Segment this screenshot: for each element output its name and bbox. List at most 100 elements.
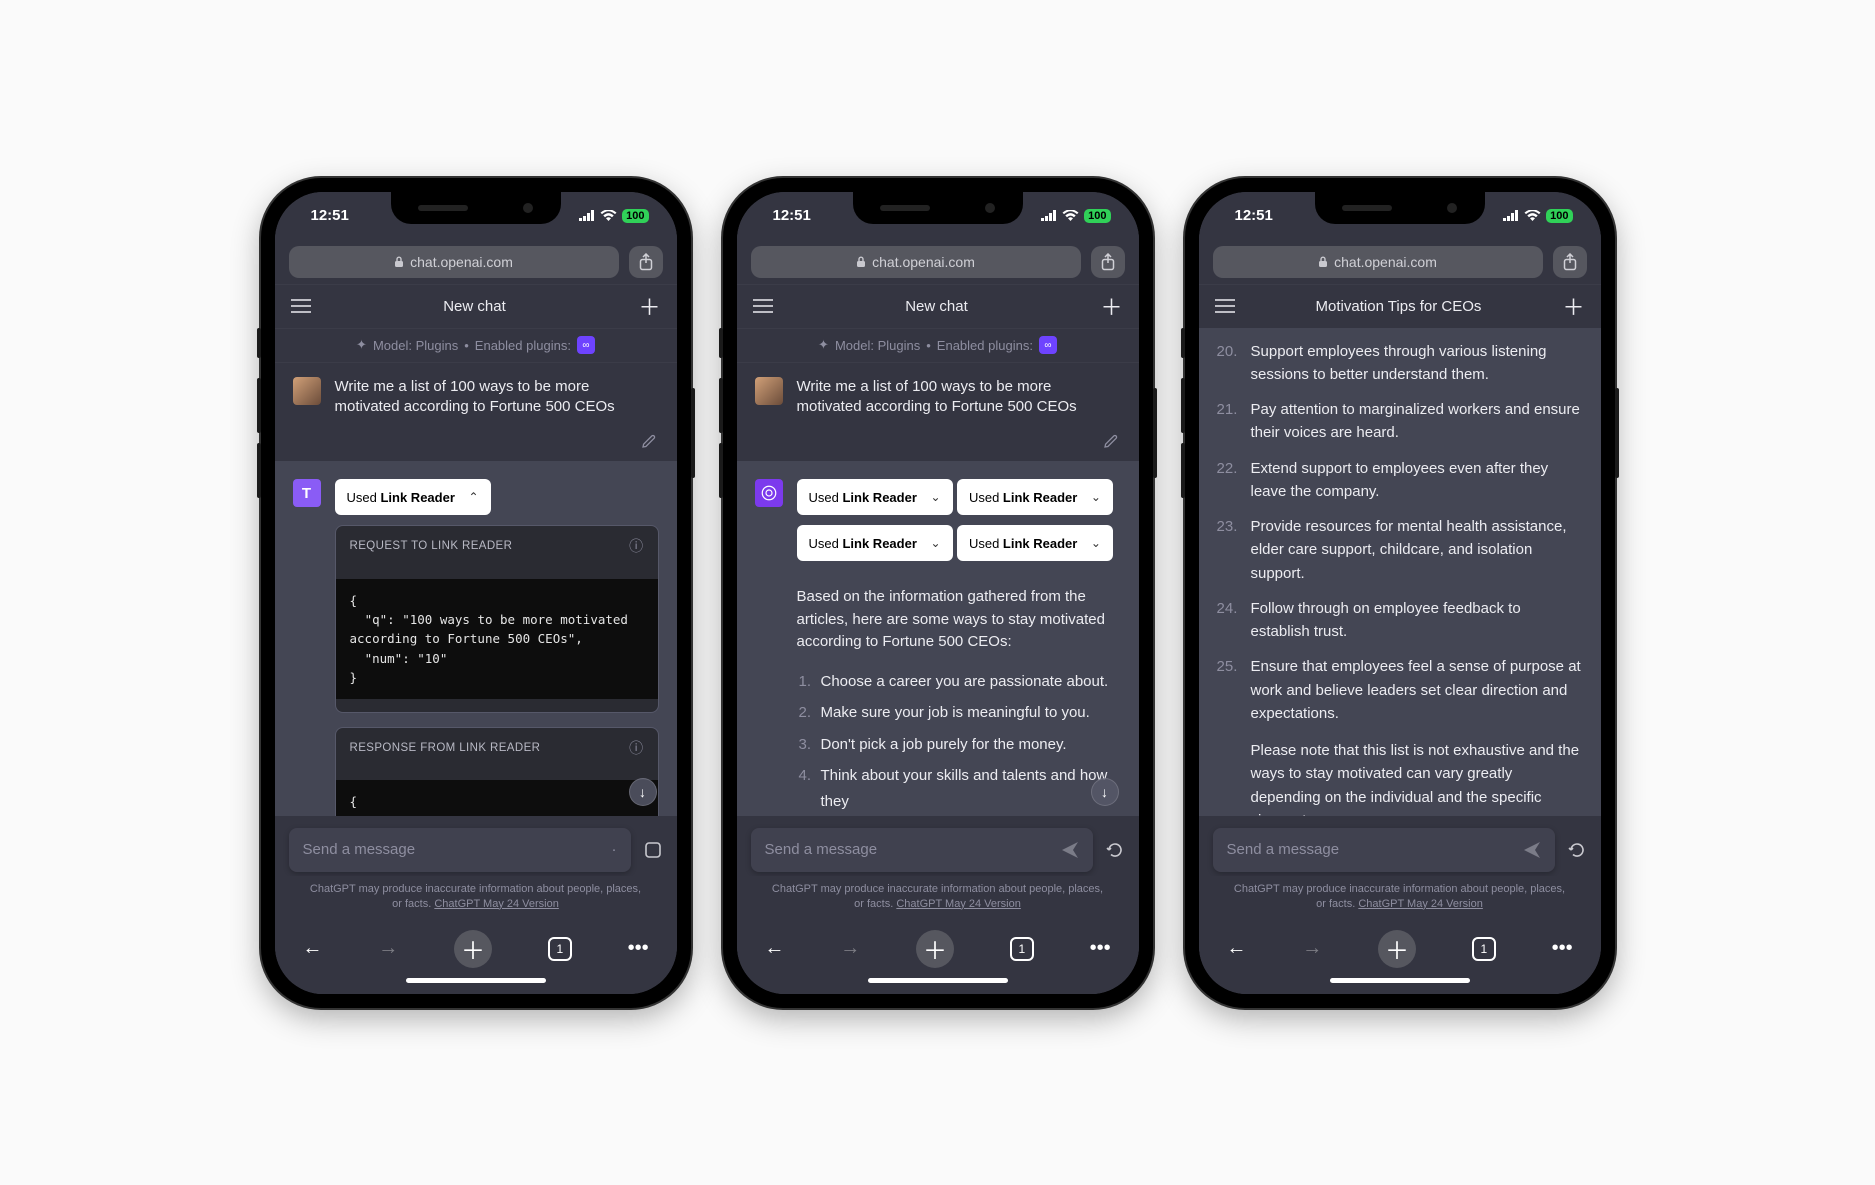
new-chat-button[interactable]: ＋ bbox=[638, 290, 660, 322]
tabs-button[interactable]: 1 bbox=[548, 937, 572, 961]
plugin-info-row: ✦ Model: Plugins • Enabled plugins: ∞ bbox=[275, 328, 677, 362]
plugin-badge-icon: ∞ bbox=[577, 336, 595, 354]
regenerate-button[interactable] bbox=[1105, 840, 1125, 860]
list-item: Think about your skills and talents and … bbox=[821, 763, 1121, 814]
wifi-icon bbox=[1062, 210, 1079, 222]
assistant-avatar: T bbox=[293, 479, 321, 507]
chevron-down-icon: ⌄ bbox=[1091, 490, 1101, 504]
request-code-block: { "q": "100 ways to be more motivated ac… bbox=[336, 579, 658, 700]
back-button[interactable]: ← bbox=[764, 937, 784, 960]
address-bar[interactable]: chat.openai.com bbox=[751, 246, 1081, 278]
plugin-badge-icon: ∞ bbox=[1039, 336, 1057, 354]
home-indicator[interactable] bbox=[1330, 978, 1470, 983]
response-intro: Based on the information gathered from t… bbox=[797, 586, 1121, 654]
tabs-button[interactable]: 1 bbox=[1472, 937, 1496, 961]
battery-indicator: 100 bbox=[1084, 209, 1110, 223]
version-link[interactable]: ChatGPT May 24 Version bbox=[1358, 898, 1483, 910]
more-button[interactable]: ••• bbox=[1552, 937, 1573, 960]
chevron-up-icon: ⌃ bbox=[468, 490, 478, 504]
response-code-block: { "organic_results": [ { "title": "4 Thi… bbox=[336, 780, 658, 815]
address-bar[interactable]: chat.openai.com bbox=[1213, 246, 1543, 278]
user-avatar bbox=[293, 377, 321, 405]
cellular-icon bbox=[1503, 210, 1519, 221]
url-text: chat.openai.com bbox=[1334, 254, 1437, 270]
forward-button[interactable]: → bbox=[378, 937, 398, 960]
plugin-call-toggle[interactable]: Used Link Reader ⌄ bbox=[797, 525, 953, 561]
cellular-icon bbox=[1041, 210, 1057, 221]
share-button[interactable] bbox=[1091, 246, 1125, 278]
stop-button[interactable] bbox=[643, 840, 663, 860]
assistant-message: Used Link Reader ⌄ Used Link Reader ⌄ Us… bbox=[737, 461, 1139, 816]
disclaimer-text: ChatGPT may produce inaccurate informati… bbox=[737, 876, 1139, 922]
address-bar-row: chat.openai.com bbox=[275, 240, 677, 284]
scroll-to-bottom-button[interactable]: ↓ bbox=[629, 778, 657, 806]
message-input[interactable]: Send a message bbox=[1213, 828, 1555, 872]
back-button[interactable]: ← bbox=[1226, 937, 1246, 960]
home-indicator[interactable] bbox=[868, 978, 1008, 983]
input-trailing-dot: · bbox=[612, 841, 617, 858]
puzzle-icon: ✦ bbox=[818, 337, 829, 353]
address-bar[interactable]: chat.openai.com bbox=[289, 246, 619, 278]
app-header: New chat ＋ bbox=[275, 284, 677, 328]
info-icon[interactable]: ⓘ bbox=[629, 536, 643, 556]
message-placeholder: Send a message bbox=[303, 841, 416, 858]
clock: 12:51 bbox=[1235, 207, 1273, 224]
edit-message-button[interactable] bbox=[641, 433, 657, 449]
clock: 12:51 bbox=[311, 207, 349, 224]
menu-button[interactable] bbox=[753, 299, 773, 313]
wifi-icon bbox=[1524, 210, 1541, 222]
message-input[interactable]: Send a message · bbox=[289, 828, 631, 872]
phone-frame-2: 12:51 100 chat.openai.com New chat ＋ ✦ M… bbox=[723, 178, 1153, 1008]
version-link[interactable]: ChatGPT May 24 Version bbox=[896, 898, 1021, 910]
chevron-down-icon: ⌄ bbox=[930, 536, 940, 550]
forward-button[interactable]: → bbox=[1302, 937, 1322, 960]
back-button[interactable]: ← bbox=[302, 937, 322, 960]
new-chat-button[interactable]: ＋ bbox=[1100, 290, 1122, 322]
model-label: Model: Plugins bbox=[373, 338, 458, 353]
chat-title: Motivation Tips for CEOs bbox=[1316, 298, 1482, 315]
response-label: RESPONSE FROM LINK READER bbox=[350, 742, 541, 754]
info-icon[interactable]: ⓘ bbox=[629, 738, 643, 758]
share-button[interactable] bbox=[629, 246, 663, 278]
list-item: Don't pick a job purely for the money. bbox=[821, 732, 1121, 758]
chevron-down-icon: ⌄ bbox=[1091, 536, 1101, 550]
send-icon[interactable] bbox=[1523, 841, 1541, 859]
plugin-call-toggle[interactable]: Used Link Reader ⌄ bbox=[957, 525, 1113, 561]
model-label: Model: Plugins bbox=[835, 338, 920, 353]
more-button[interactable]: ••• bbox=[628, 937, 649, 960]
lock-icon bbox=[856, 256, 866, 268]
regenerate-button[interactable] bbox=[1567, 840, 1587, 860]
plugin-call-toggle[interactable]: Used Link Reader ⌄ bbox=[797, 479, 953, 515]
assistant-avatar bbox=[755, 479, 783, 507]
user-message-text: Write me a list of 100 ways to be more m… bbox=[335, 377, 659, 418]
response-list-start: Choose a career you are passionate about… bbox=[797, 669, 1121, 815]
edit-message-button[interactable] bbox=[1103, 433, 1119, 449]
version-link[interactable]: ChatGPT May 24 Version bbox=[434, 898, 559, 910]
menu-button[interactable] bbox=[1215, 299, 1235, 313]
new-tab-button[interactable]: ＋ bbox=[916, 930, 954, 968]
more-button[interactable]: ••• bbox=[1090, 937, 1111, 960]
enabled-plugins-label: Enabled plugins: bbox=[937, 338, 1033, 353]
plugin-call-toggle[interactable]: Used Link Reader ⌃ bbox=[335, 479, 491, 515]
list-item: Provide resources for mental health assi… bbox=[1251, 515, 1583, 585]
new-tab-button[interactable]: ＋ bbox=[1378, 930, 1416, 968]
forward-button[interactable]: → bbox=[840, 937, 860, 960]
url-text: chat.openai.com bbox=[410, 254, 513, 270]
share-button[interactable] bbox=[1553, 246, 1587, 278]
list-item: Pay attention to marginalized workers an… bbox=[1251, 398, 1583, 445]
chevron-down-icon: ⌄ bbox=[930, 490, 940, 504]
disclaimer-text: ChatGPT may produce inaccurate informati… bbox=[275, 876, 677, 922]
menu-button[interactable] bbox=[291, 299, 311, 313]
user-message: Write me a list of 100 ways to be more m… bbox=[275, 362, 677, 462]
user-avatar bbox=[755, 377, 783, 405]
send-icon[interactable] bbox=[1061, 841, 1079, 859]
user-message: Write me a list of 100 ways to be more m… bbox=[737, 362, 1139, 462]
scroll-to-bottom-button[interactable]: ↓ bbox=[1091, 778, 1119, 806]
message-input[interactable]: Send a message bbox=[751, 828, 1093, 872]
home-indicator[interactable] bbox=[406, 978, 546, 983]
plugin-call-toggle[interactable]: Used Link Reader ⌄ bbox=[957, 479, 1113, 515]
new-chat-button[interactable]: ＋ bbox=[1562, 290, 1584, 322]
new-tab-button[interactable]: ＋ bbox=[454, 930, 492, 968]
tabs-button[interactable]: 1 bbox=[1010, 937, 1034, 961]
assistant-message: T Used Link Reader ⌃ REQUEST TO LINK REA… bbox=[275, 461, 677, 816]
